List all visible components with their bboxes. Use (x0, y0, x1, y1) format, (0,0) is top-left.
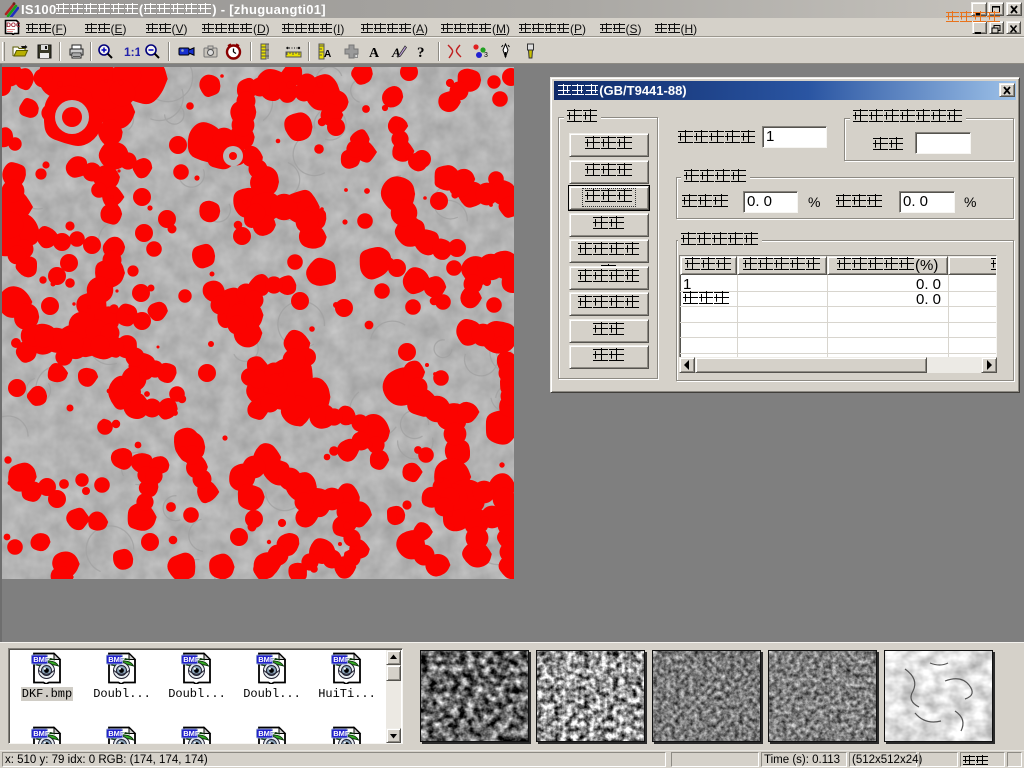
svg-text:BMP: BMP (33, 655, 50, 664)
svg-text:BMP: BMP (33, 729, 50, 738)
svg-text:1:1: 1:1 (124, 45, 140, 59)
svg-text:BMP: BMP (258, 655, 275, 664)
svg-text:BMP: BMP (333, 655, 350, 664)
svg-text:DOC: DOC (6, 22, 20, 29)
svg-text:BMP: BMP (183, 729, 200, 738)
svg-text:A: A (369, 46, 380, 60)
svg-text:BMP: BMP (183, 655, 200, 664)
svg-text:BMP: BMP (333, 729, 350, 738)
svg-text:A: A (391, 45, 401, 60)
svg-text:3: 3 (484, 52, 488, 59)
svg-text:BMP: BMP (258, 729, 275, 738)
svg-text:BMP: BMP (108, 655, 125, 664)
svg-text:?: ? (417, 45, 425, 60)
svg-text:A: A (324, 49, 331, 60)
svg-text:BMP: BMP (108, 729, 125, 738)
